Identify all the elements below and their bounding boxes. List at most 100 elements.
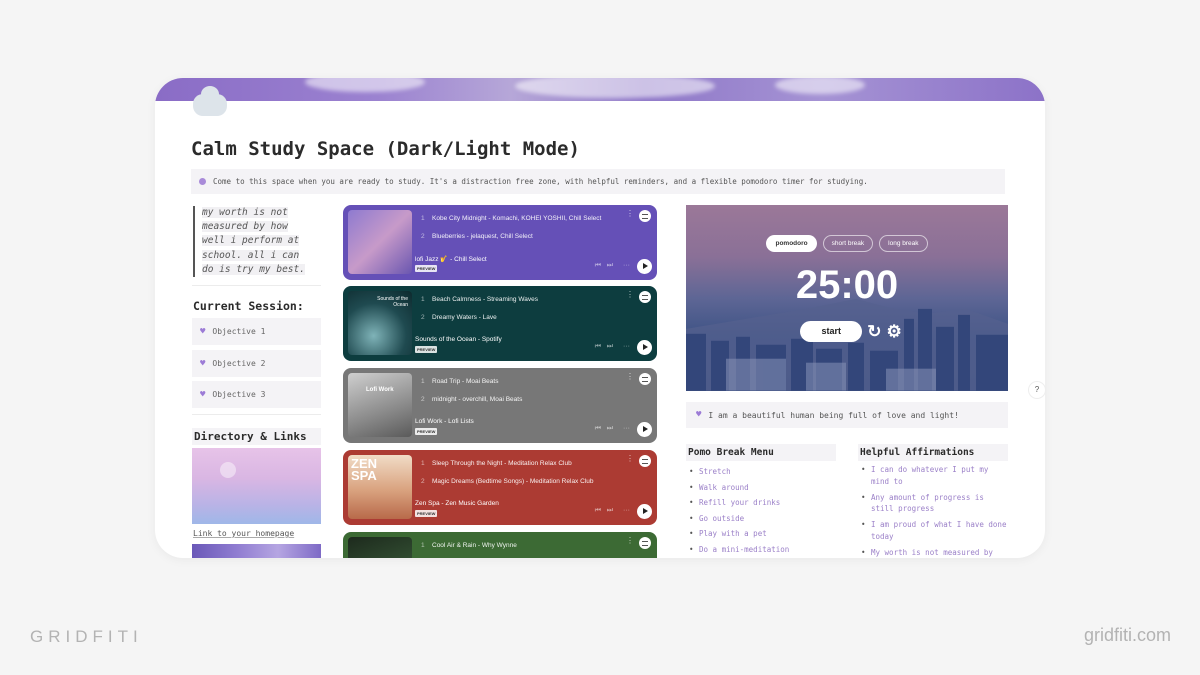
spotify-embed-lofi-work[interactable]: Lofi Work 1 Road Trip - Moai Beats 2 midni… xyxy=(343,368,657,443)
more-vertical-icon[interactable]: ⋮ xyxy=(626,291,634,299)
link-image[interactable] xyxy=(192,544,321,558)
cloud-icon[interactable] xyxy=(193,86,227,118)
play-button[interactable] xyxy=(637,259,652,274)
track-row[interactable]: 1 Cool Air & Rain - Why Wynne xyxy=(421,542,517,549)
preview-badge: PREVIEW xyxy=(415,265,438,272)
objective-item[interactable]: ♥ Objective 3 xyxy=(192,381,321,408)
playlist-cover: Sounds of the Ocean xyxy=(348,291,412,355)
playlist-cover: Lofi Work xyxy=(348,373,412,437)
purple-heart-icon: ♥ xyxy=(200,358,206,369)
track-row[interactable]: 1 Road Trip - Moai Beats xyxy=(421,378,498,385)
list-item: Go outside xyxy=(687,511,789,527)
track-row[interactable]: 2 Magic Dreams (Bedtime Songs) - Meditati… xyxy=(421,478,593,485)
play-button[interactable] xyxy=(637,340,652,355)
purple-dot-icon xyxy=(199,178,206,185)
divider xyxy=(192,414,321,415)
intro-callout-text: Come to this space when you are ready to… xyxy=(213,177,868,186)
list-item: Walk around xyxy=(687,480,789,496)
tab-short-break[interactable]: short break xyxy=(822,235,874,252)
timer-mode-tabs: pomodoro short break long break xyxy=(686,235,1008,252)
brand-logo: GRIDFITI xyxy=(30,627,143,646)
quote-line: measured by how xyxy=(202,221,288,233)
intro-callout: Come to this space when you are ready to… xyxy=(191,169,1005,194)
playlist-name[interactable]: Sounds of the Ocean - Spotify xyxy=(415,336,502,343)
list-item: My worth is not measured by xyxy=(859,547,1009,558)
more-horizontal-icon[interactable]: ··· xyxy=(623,425,630,432)
spotify-embed-ocean[interactable]: Sounds of the Ocean 1 Beach Calmness - St… xyxy=(343,286,657,361)
tab-pomodoro[interactable]: pomodoro xyxy=(766,235,817,252)
preview-badge: PREVIEW xyxy=(415,346,438,353)
homepage-link-image[interactable] xyxy=(192,448,321,524)
cover-image xyxy=(155,78,1045,101)
play-button[interactable] xyxy=(637,422,652,437)
preview-badge: PREVIEW xyxy=(415,510,438,517)
more-vertical-icon[interactable]: ⋮ xyxy=(626,455,634,463)
playlist-name[interactable]: lofi Jazz 🎷 - Chill Select xyxy=(415,255,487,263)
spotify-embed-zen-spa[interactable]: ZEN SPA 1 Sleep Through the Night - Medit… xyxy=(343,450,657,525)
previous-track-icon[interactable]: ⏮ xyxy=(595,343,601,351)
break-menu-heading: Pomo Break Menu xyxy=(686,444,836,461)
play-button[interactable] xyxy=(637,504,652,519)
playlist-cover xyxy=(348,210,412,274)
track-row[interactable]: 2 midnight - overchill, Moai Beats xyxy=(421,396,522,403)
track-row[interactable]: 1 Kobe City Midnight - Komachi, KOHEI YOS… xyxy=(421,215,601,222)
preview-badge: PREVIEW xyxy=(415,428,438,435)
track-row[interactable]: 2 Dreamy Waters - Lave xyxy=(421,314,497,321)
more-vertical-icon[interactable]: ⋮ xyxy=(626,373,634,381)
divider xyxy=(192,285,321,286)
more-vertical-icon[interactable]: ⋮ xyxy=(626,210,634,218)
spotify-logo-icon[interactable] xyxy=(639,537,651,549)
spotify-logo-icon[interactable] xyxy=(639,455,651,467)
more-horizontal-icon[interactable]: ··· xyxy=(623,343,630,350)
notion-page: Calm Study Space (Dark/Light Mode) Come … xyxy=(155,78,1045,558)
track-row[interactable]: 1 Sleep Through the Night - Meditation Re… xyxy=(421,460,572,467)
next-track-icon[interactable]: ⏭ xyxy=(607,343,613,351)
brand-url: gridfiti.com xyxy=(1083,625,1171,645)
more-horizontal-icon[interactable]: ··· xyxy=(623,507,630,514)
list-item: Do a mini-meditation xyxy=(687,542,789,558)
gear-icon[interactable]: ⚙ xyxy=(887,323,902,340)
homepage-link[interactable]: Link to your homepage xyxy=(193,529,294,538)
list-item: I can do whatever I put my mind to xyxy=(859,464,1009,488)
playlist-cover: ZEN SPA xyxy=(348,455,412,519)
current-session-heading: Current Session: xyxy=(193,299,304,313)
track-row[interactable]: 1 Beach Calmness - Streaming Waves xyxy=(421,296,538,303)
previous-track-icon[interactable]: ⏮ xyxy=(595,425,601,433)
spotify-embed-lofi-jazz[interactable]: 1 Kobe City Midnight - Komachi, KOHEI YOS… xyxy=(343,205,657,280)
quote-block: my worth is not measured by how well i p… xyxy=(193,206,305,278)
affirmation-callout: ♥ I am a beautiful human being full of l… xyxy=(686,402,1008,428)
directory-heading: Directory & Links xyxy=(192,428,321,445)
more-horizontal-icon[interactable]: ··· xyxy=(623,262,630,269)
timer-display: 25:00 xyxy=(795,263,899,307)
affirmation-text: I am a beautiful human being full of lov… xyxy=(708,410,959,420)
spotify-logo-icon[interactable] xyxy=(639,210,651,222)
quote-line: do is try my best. xyxy=(202,263,305,275)
spotify-embed-rain[interactable]: 1 Cool Air & Rain - Why Wynne ⋮ xyxy=(343,532,657,558)
list-item: Stretch xyxy=(687,464,789,480)
next-track-icon[interactable]: ⏭ xyxy=(607,425,613,433)
playlist-name[interactable]: Zen Spa - Zen Music Garden xyxy=(415,500,499,507)
track-row[interactable]: 2 Blueberries - jelaquest, Chill Select xyxy=(421,233,533,240)
purple-heart-icon: ♥ xyxy=(200,326,206,337)
list-item: I am proud of what I have done today xyxy=(859,519,1009,543)
previous-track-icon[interactable]: ⏮ xyxy=(595,507,601,515)
tab-long-break[interactable]: long break xyxy=(879,235,928,252)
quote-line: well i perform at xyxy=(202,235,300,247)
affirmations-list: I can do whatever I put my mind to Any a… xyxy=(859,464,1009,558)
start-button[interactable]: start xyxy=(800,321,863,342)
playlist-name[interactable]: Lofi Work - Lofi Lists xyxy=(415,418,474,425)
previous-track-icon[interactable]: ⏮ xyxy=(595,262,601,270)
help-button[interactable]: ? xyxy=(1028,381,1046,399)
objective-item[interactable]: ♥ Objective 1 xyxy=(192,318,321,345)
next-track-icon[interactable]: ⏭ xyxy=(607,262,613,270)
reset-icon[interactable]: ↻ xyxy=(867,323,881,340)
more-vertical-icon[interactable]: ⋮ xyxy=(626,537,634,545)
objective-label: Objective 1 xyxy=(212,327,266,336)
next-track-icon[interactable]: ⏭ xyxy=(607,507,613,515)
spotify-logo-icon[interactable] xyxy=(639,291,651,303)
list-item: Any amount of progress is still progress xyxy=(859,492,1009,516)
affirmations-heading: Helpful Affirmations xyxy=(858,444,1008,461)
spotify-logo-icon[interactable] xyxy=(639,373,651,385)
objective-item[interactable]: ♥ Objective 2 xyxy=(192,350,321,377)
list-item: Play with a pet xyxy=(687,526,789,542)
